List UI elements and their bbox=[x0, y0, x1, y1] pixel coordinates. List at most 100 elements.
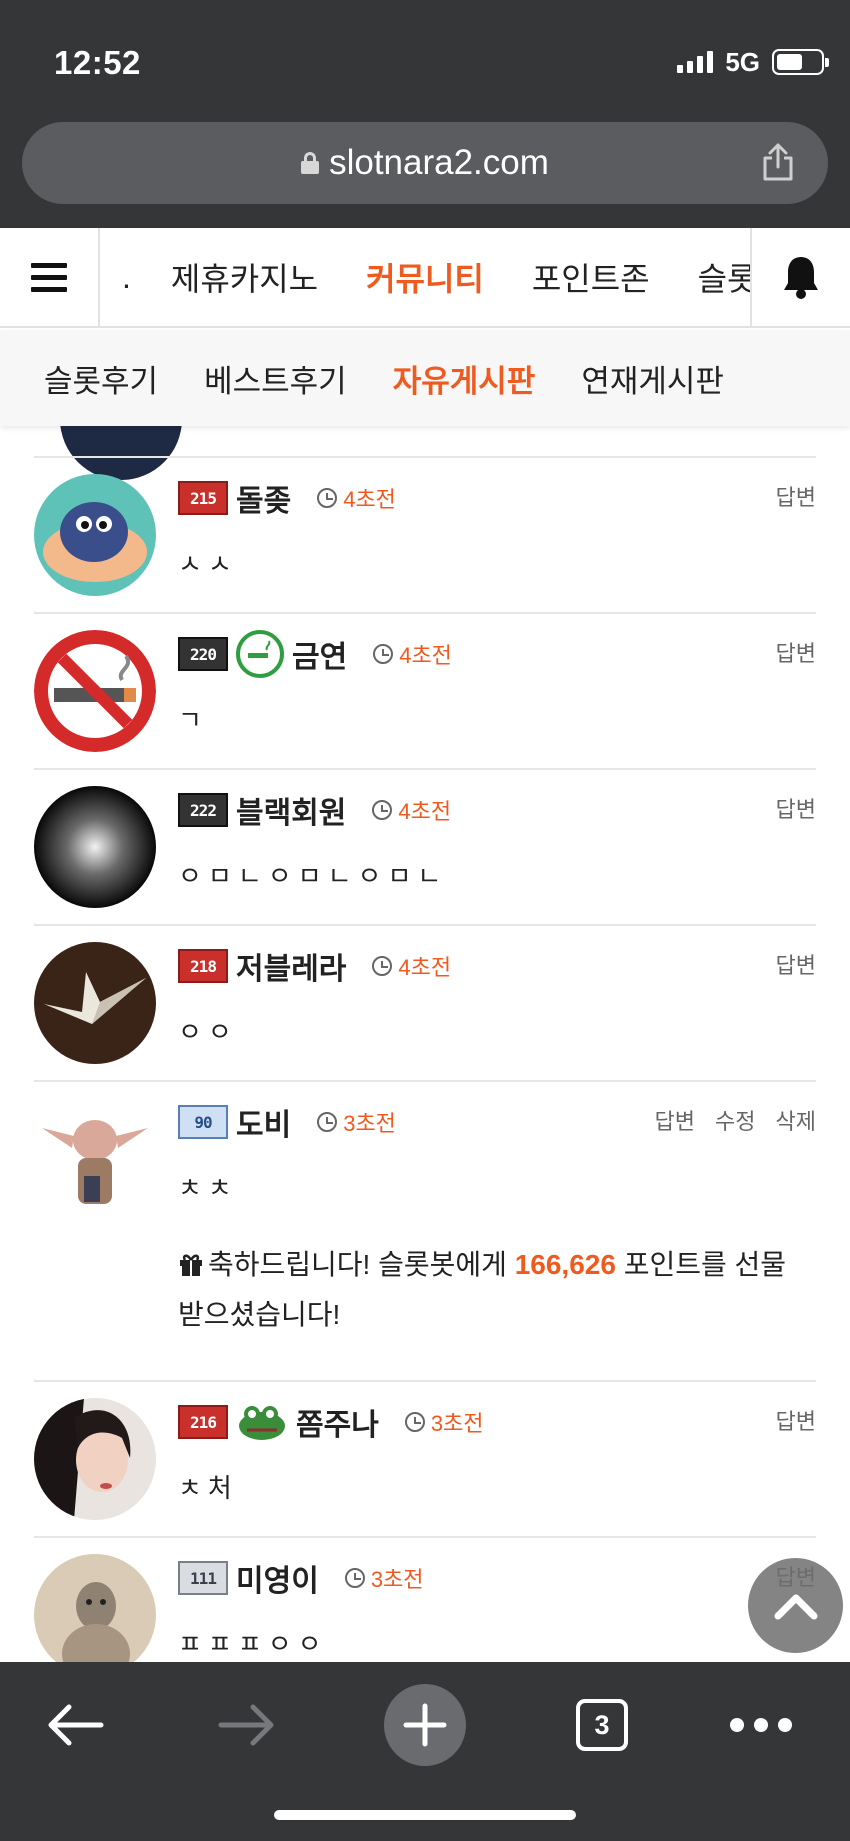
arrow-right-icon bbox=[218, 1704, 274, 1746]
level-badge: 222 bbox=[178, 793, 228, 827]
level-badge: 216 bbox=[178, 1405, 228, 1439]
avatar bbox=[34, 474, 156, 596]
network-type: 5G bbox=[725, 46, 760, 77]
more-button[interactable] bbox=[728, 1690, 794, 1760]
avatar bbox=[34, 786, 156, 908]
site-nav: . 제휴카지노 커뮤니티 포인트존 슬롯 bbox=[0, 228, 850, 328]
level-badge: 90 bbox=[178, 1105, 228, 1139]
clock-icon bbox=[373, 644, 394, 664]
avatar bbox=[34, 1554, 156, 1662]
reply-button[interactable]: 답변 bbox=[776, 1404, 816, 1436]
comment-item: 216 쫌주나 3초전 답변 ㅊ처 bbox=[34, 1380, 816, 1536]
share-icon[interactable] bbox=[760, 142, 796, 182]
nickname[interactable]: 저블레라 bbox=[236, 944, 346, 988]
comment-body: ㄱ bbox=[178, 705, 208, 735]
nickname[interactable]: 금연 bbox=[292, 632, 347, 676]
comment-item: 222 블랙회원 4초전 답변 ㅇㅁㄴㅇㅁㄴㅇㅁㄴ bbox=[34, 768, 816, 924]
nav-item-partner-casino[interactable]: 제휴카지노 bbox=[171, 254, 318, 300]
clock-icon bbox=[404, 1412, 425, 1432]
nickname[interactable]: 미영이 bbox=[236, 1556, 319, 1600]
tab-slot-review[interactable]: 슬롯후기 bbox=[44, 356, 158, 401]
edit-button[interactable]: 수정 bbox=[715, 1104, 755, 1136]
gift-points: 166,626 bbox=[514, 1249, 616, 1280]
comment-item: 111 미영이 3초전 답변 ㅍㅍㅍㅇㅇ bbox=[34, 1536, 816, 1662]
avatar bbox=[34, 1398, 156, 1520]
clock-icon bbox=[372, 956, 393, 976]
url-text: slotnara2.com bbox=[329, 143, 549, 182]
level-badge: 215 bbox=[178, 481, 228, 515]
chevron-up-icon bbox=[774, 1594, 817, 1619]
menu-icon[interactable] bbox=[0, 228, 100, 326]
plus-icon bbox=[403, 1703, 447, 1747]
back-button[interactable] bbox=[40, 1690, 110, 1760]
avatar bbox=[34, 942, 156, 1064]
sub-nav: 슬롯후기 베스트후기 자유게시판 연재게시판 bbox=[0, 330, 850, 426]
nav-item-dot[interactable]: . bbox=[122, 259, 131, 296]
tabs-button[interactable]: 3 bbox=[572, 1690, 632, 1760]
delete-button[interactable]: 삭제 bbox=[776, 1104, 816, 1136]
comment-body: ㅍㅍㅍㅇㅇ bbox=[178, 1629, 328, 1659]
status-time: 12:52 bbox=[54, 44, 141, 81]
comment-item: 215 돌좆 4초전 답변 ㅅㅅ bbox=[34, 456, 816, 612]
avatar bbox=[34, 630, 156, 752]
browser-toolbar: 3 bbox=[0, 1662, 850, 1841]
timestamp: 3초전 bbox=[344, 1562, 424, 1594]
nav-scroll: . 제휴카지노 커뮤니티 포인트존 슬롯 bbox=[100, 228, 750, 326]
reply-button[interactable]: 답변 bbox=[776, 480, 816, 512]
clock-icon bbox=[317, 488, 338, 508]
status-indicators: 5G bbox=[677, 44, 829, 80]
reply-button[interactable]: 답변 bbox=[776, 792, 816, 824]
notification-button[interactable] bbox=[750, 228, 850, 326]
more-icon bbox=[730, 1718, 792, 1732]
comment-body: ㅇㅇ bbox=[178, 1017, 238, 1047]
no-smoking-badge-icon bbox=[236, 630, 284, 678]
frog-badge-icon bbox=[236, 1398, 288, 1446]
reply-button[interactable]: 답변 bbox=[776, 948, 816, 980]
clock-icon bbox=[344, 1568, 365, 1588]
nav-item-community[interactable]: 커뮤니티 bbox=[366, 254, 484, 300]
reply-button[interactable]: 답변 bbox=[776, 636, 816, 668]
forward-button[interactable] bbox=[212, 1690, 282, 1760]
nickname[interactable]: 블랙회원 bbox=[236, 788, 346, 832]
comment-body: ㅇㅁㄴㅇㅁㄴㅇㅁㄴ bbox=[178, 861, 448, 891]
comment-item: 90 도비 3초전 답변 수정 삭제 ㅊㅊ 축하드립니다! 슬롯봇에게 166,… bbox=[34, 1080, 816, 1380]
timestamp: 4초전 bbox=[372, 794, 451, 826]
battery-icon bbox=[772, 49, 829, 75]
nickname[interactable]: 도비 bbox=[236, 1100, 291, 1144]
level-badge: 218 bbox=[178, 949, 228, 983]
scroll-to-top-button[interactable] bbox=[748, 1558, 843, 1653]
nav-item-point-zone[interactable]: 포인트존 bbox=[532, 254, 650, 300]
timestamp: 4초전 bbox=[373, 638, 452, 670]
reply-button[interactable]: 답변 bbox=[655, 1104, 695, 1136]
comment-item: 220 금연 4초전 답변 ㄱ bbox=[34, 612, 816, 768]
level-badge: 220 bbox=[178, 637, 228, 671]
nav-item-slot[interactable]: 슬롯 bbox=[698, 254, 750, 300]
timestamp: 3초전 bbox=[404, 1406, 484, 1438]
avatar bbox=[34, 1098, 156, 1220]
comment-body: ㅊ처 bbox=[178, 1473, 238, 1503]
level-badge: 111 bbox=[178, 1561, 228, 1595]
timestamp: 4초전 bbox=[317, 482, 396, 514]
tab-serial-board[interactable]: 연재게시판 bbox=[581, 356, 724, 401]
address-bar[interactable]: slotnara2.com bbox=[22, 122, 828, 204]
nickname[interactable]: 쫌주나 bbox=[296, 1400, 379, 1444]
browser-chrome: 12:52 5G slotnara2.com bbox=[0, 0, 850, 228]
comment-item: 218 저블레라 4초전 답변 ㅇㅇ bbox=[34, 924, 816, 1080]
lock-icon bbox=[301, 152, 320, 174]
tab-free-board[interactable]: 자유게시판 bbox=[393, 356, 536, 401]
nickname[interactable]: 돌좆 bbox=[236, 476, 291, 520]
arrow-left-icon bbox=[48, 1704, 104, 1746]
tab-best-review[interactable]: 베스트후기 bbox=[204, 356, 347, 401]
clock-icon bbox=[372, 800, 393, 820]
timestamp: 3초전 bbox=[317, 1106, 396, 1138]
timestamp: 4초전 bbox=[372, 950, 451, 982]
comment-list: 215 돌좆 4초전 답변 ㅅㅅ 220 금연 4초전 답변 ㄱ 222 블랙회… bbox=[34, 426, 816, 1662]
comment-body: ㅅㅅ bbox=[178, 549, 238, 579]
gift-icon bbox=[180, 1254, 202, 1276]
tab-count: 3 bbox=[576, 1699, 628, 1751]
clock-icon bbox=[317, 1112, 338, 1132]
home-indicator bbox=[274, 1810, 576, 1820]
point-gift-notice: 축하드립니다! 슬롯봇에게 166,626 포인트를 선물받으셨습니다! bbox=[178, 1249, 787, 1330]
new-tab-button[interactable] bbox=[384, 1684, 466, 1766]
signal-icon bbox=[677, 51, 714, 73]
